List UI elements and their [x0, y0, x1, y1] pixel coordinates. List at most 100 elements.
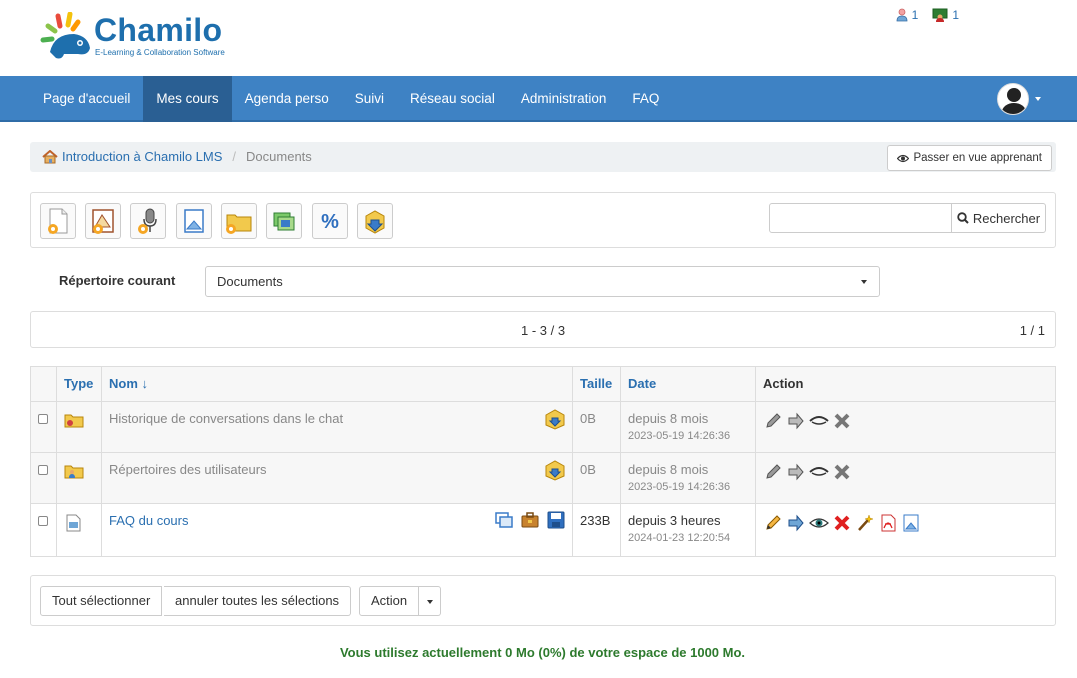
users-online-count: 1 [911, 8, 919, 22]
name-cell: Répertoires des utilisateurs [101, 452, 573, 504]
table-header-row: Type Nom ↓ Taille Date Action [30, 366, 1056, 402]
document-name-link[interactable]: FAQ du cours [109, 513, 188, 528]
save-icon[interactable] [546, 510, 566, 530]
html-document-icon [66, 514, 81, 532]
row-checkbox[interactable] [38, 465, 48, 475]
type-column-header[interactable]: Type [56, 366, 102, 402]
download-all-icon [365, 210, 385, 234]
bulk-actions-bar: Tout sélectionner annuler toutes les sél… [30, 575, 1056, 626]
breadcrumb-separator: / [232, 149, 237, 164]
users-folder-icon [64, 465, 84, 479]
unselect-all-button[interactable]: annuler toutes les sélections [164, 586, 352, 616]
pagination-range: 1 - 3 / 3 [521, 323, 566, 338]
move-disabled-icon [786, 462, 806, 482]
briefcase-icon[interactable] [520, 510, 540, 530]
nav-faq[interactable]: FAQ [619, 76, 672, 122]
nav-home[interactable]: Page d'accueil [30, 76, 143, 122]
magic-wand-icon[interactable] [855, 513, 875, 533]
size-column-header[interactable]: Taille [572, 366, 621, 402]
course-users-icon [932, 8, 948, 22]
nav-social-network[interactable]: Réseau social [397, 76, 508, 122]
date-timestamp: 2023-05-19 14:26:36 [628, 481, 731, 493]
date-column-header[interactable]: Date [620, 366, 756, 402]
name-cell: FAQ du cours [101, 503, 573, 557]
date-relative: depuis 8 mois [628, 462, 709, 477]
logo-text: Chamilo [94, 12, 223, 48]
document-name-link[interactable]: Historique de conversations dans le chat [109, 411, 343, 426]
users-in-course-count: 1 [952, 8, 959, 22]
name-column-header[interactable]: Nom ↓ [101, 366, 573, 402]
upload-document-icon[interactable] [901, 513, 921, 533]
table-row: Historique de conversations dans le chat… [30, 401, 1056, 453]
slideshow-icon [273, 212, 295, 231]
date-cell: depuis 8 mois 2023-05-19 14:26:36 [620, 452, 756, 504]
bulk-action-dropdown[interactable] [419, 586, 441, 616]
current-directory-label: Répertoire courant [59, 273, 176, 288]
action-cell [755, 503, 1056, 557]
row-checkbox[interactable] [38, 414, 48, 424]
new-document-button[interactable] [40, 203, 76, 239]
avatar[interactable] [997, 83, 1029, 115]
search-input[interactable] [769, 203, 952, 233]
date-relative: depuis 8 mois [628, 411, 709, 426]
slideshow-button[interactable] [266, 203, 302, 239]
visible-eye-icon[interactable] [809, 513, 829, 533]
edit-disabled-icon [763, 411, 783, 431]
row-checkbox-cell [30, 503, 57, 557]
breadcrumb-course-link[interactable]: Introduction à Chamilo LMS [62, 149, 222, 164]
user-menu[interactable] [997, 83, 1041, 115]
current-directory-value: Documents [217, 274, 283, 289]
type-cell [56, 452, 102, 504]
pagination-pages[interactable]: 1 / 1 [1020, 323, 1045, 338]
download-folder-icon[interactable] [544, 408, 566, 430]
table-row: FAQ du cours 233B depuis 3 heures 2024-0… [30, 503, 1056, 557]
eye-icon [897, 154, 910, 162]
edit-icon[interactable] [763, 513, 783, 533]
delete-disabled-icon [832, 462, 852, 482]
nav-administration[interactable]: Administration [508, 76, 620, 122]
visibility-disabled-icon [809, 462, 829, 482]
new-template-button[interactable] [85, 203, 121, 239]
download-folder-icon[interactable] [544, 459, 566, 481]
size-cell: 0B [572, 452, 621, 504]
svg-text:%: % [321, 211, 339, 233]
move-disabled-icon [786, 411, 806, 431]
current-directory-select[interactable]: Documents [205, 266, 880, 297]
download-all-button[interactable] [357, 203, 393, 239]
type-cell [56, 503, 102, 557]
quota-button[interactable]: % [312, 203, 348, 239]
bulk-action-button[interactable]: Action [359, 586, 420, 616]
create-folder-button[interactable] [221, 203, 257, 239]
row-checkbox[interactable] [38, 516, 48, 526]
search-icon [957, 212, 969, 224]
chamilo-logo[interactable]: Chamilo E-Learning & Collaboration Softw… [40, 11, 240, 62]
new-folder-icon [226, 214, 252, 234]
users-in-course-counter[interactable]: 1 [932, 8, 959, 22]
upload-document-button[interactable] [176, 203, 212, 239]
documents-table: Type Nom ↓ Taille Date Action Historique… [30, 366, 1056, 557]
table-row: Répertoires des utilisateurs 0B depuis 8… [30, 452, 1056, 504]
visibility-disabled-icon [809, 411, 829, 431]
switch-student-view-button[interactable]: Passer en vue apprenant [887, 145, 1052, 171]
select-all-button[interactable]: Tout sélectionner [40, 586, 163, 616]
pdf-icon[interactable] [878, 513, 898, 533]
search-button[interactable]: Rechercher [951, 203, 1046, 233]
delete-icon[interactable] [832, 513, 852, 533]
upload-icon [184, 209, 204, 233]
date-relative: depuis 3 heures [628, 513, 721, 528]
document-name-link[interactable]: Répertoires des utilisateurs [109, 462, 267, 477]
date-cell: depuis 3 heures 2024-01-23 12:20:54 [620, 503, 756, 557]
chameleon-icon [40, 11, 90, 59]
new-document-icon [48, 208, 68, 234]
move-icon[interactable] [786, 513, 806, 533]
quota-message: Vous utilisez actuellement 0 Mo (0%) de … [339, 645, 746, 660]
users-online-counter[interactable]: 1 [896, 8, 919, 22]
nav-agenda[interactable]: Agenda perso [232, 76, 342, 122]
record-audio-button[interactable] [130, 203, 166, 239]
delete-disabled-icon [832, 411, 852, 431]
main-navbar: Page d'accueil Mes cours Agenda perso Su… [0, 76, 1077, 122]
preview-window-icon[interactable] [494, 510, 514, 530]
nav-my-courses[interactable]: Mes cours [143, 76, 232, 122]
nav-tracking[interactable]: Suivi [342, 76, 397, 122]
date-cell: depuis 8 mois 2023-05-19 14:26:36 [620, 401, 756, 453]
